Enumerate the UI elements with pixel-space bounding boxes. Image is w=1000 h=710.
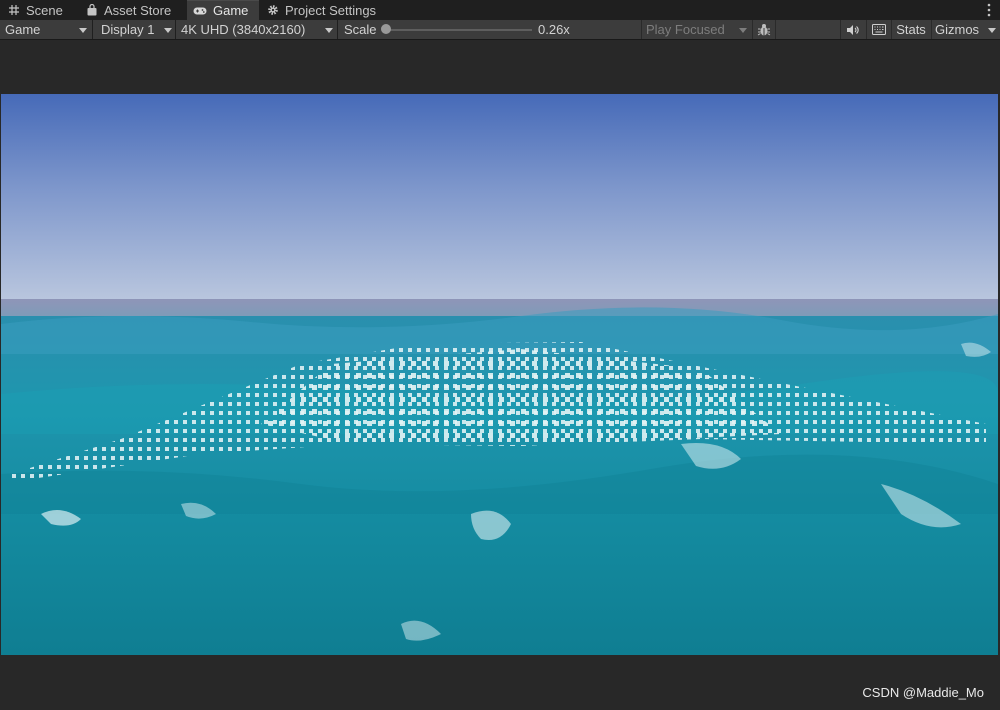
- window-tab-bar: Scene Asset Store Game Project Settings: [0, 0, 1000, 20]
- gizmos-label: Gizmos: [935, 22, 980, 37]
- tab-scene-label: Scene: [26, 2, 63, 18]
- grid-icon: [9, 5, 19, 15]
- mute-audio-button[interactable]: [840, 20, 865, 39]
- resolution-value: 4K UHD (3840x2160): [181, 22, 306, 37]
- display-dropdown[interactable]: Display 1: [94, 20, 176, 39]
- bug-icon: [757, 23, 771, 35]
- game-render-view[interactable]: [1, 94, 998, 655]
- view-mode-value: Game: [5, 22, 41, 37]
- stats-button[interactable]: Stats: [891, 20, 930, 39]
- tab-game[interactable]: Game: [187, 0, 259, 20]
- keyboard-icon: [871, 24, 886, 35]
- gamepad-icon: [193, 7, 207, 14]
- gear-icon: [268, 5, 278, 15]
- scale-value: 0.26x: [538, 22, 570, 37]
- play-mode-value: Play Focused: [646, 22, 725, 37]
- frame-debugger-button[interactable]: [752, 20, 776, 39]
- more-options-icon[interactable]: [986, 2, 992, 18]
- tab-project-settings[interactable]: Project Settings: [267, 0, 387, 20]
- resolution-dropdown[interactable]: 4K UHD (3840x2160): [177, 20, 338, 39]
- chevron-down-icon: [325, 28, 333, 33]
- tab-asset-store-label: Asset Store: [104, 2, 172, 18]
- tab-game-label: Game: [213, 3, 249, 18]
- tab-scene[interactable]: Scene: [8, 0, 84, 20]
- display-value: Display 1: [101, 22, 155, 37]
- shortcuts-button[interactable]: [866, 20, 890, 39]
- view-mode-dropdown[interactable]: Game: [0, 20, 93, 39]
- scale-slider-track[interactable]: [386, 29, 532, 31]
- chevron-down-icon: [988, 28, 996, 33]
- chevron-down-icon: [739, 28, 747, 33]
- chevron-down-icon: [164, 28, 172, 33]
- ocean-scene-render: [1, 94, 998, 655]
- game-view-toolbar: Game Display 1 4K UHD (3840x2160) Scale …: [0, 20, 1000, 40]
- gizmos-dropdown[interactable]: Gizmos: [931, 20, 1000, 39]
- chevron-down-icon: [79, 28, 87, 33]
- tab-asset-store[interactable]: Asset Store: [86, 0, 184, 20]
- watermark: CSDN @Maddie_Mo: [862, 685, 984, 700]
- scale-slider-handle[interactable]: [381, 24, 391, 34]
- scale-label: Scale: [344, 22, 377, 37]
- speaker-icon: [847, 24, 859, 35]
- bag-icon: [87, 4, 97, 16]
- play-mode-dropdown[interactable]: Play Focused: [641, 20, 751, 39]
- tab-project-settings-label: Project Settings: [285, 2, 377, 18]
